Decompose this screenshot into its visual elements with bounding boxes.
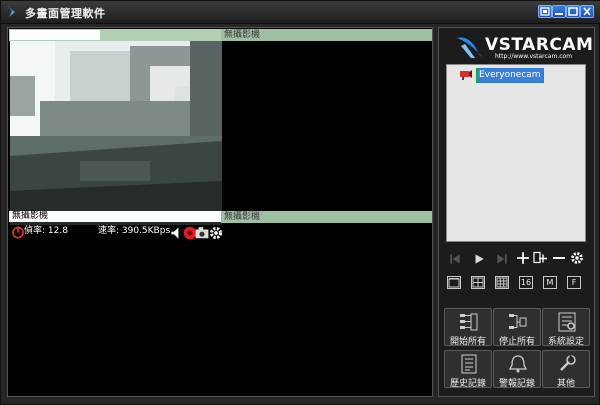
window-title: 多畫面管理軟件 bbox=[25, 7, 106, 20]
cell2-header-label: 無攝影機 bbox=[224, 30, 261, 40]
fullscreen-label: F bbox=[571, 278, 577, 287]
restore-button[interactable] bbox=[538, 5, 552, 18]
system-settings-icon bbox=[558, 312, 576, 332]
camera-icon bbox=[460, 70, 472, 80]
alarm-log-label: 警報記錄 bbox=[498, 379, 535, 389]
history-button[interactable]: 歷史記錄 bbox=[444, 350, 492, 389]
layout-4-icon bbox=[472, 277, 484, 288]
cell2-header[interactable]: 無攝影機 bbox=[221, 29, 432, 41]
stop-all-button[interactable]: 停止所有 bbox=[493, 308, 541, 347]
cell4-header-label: 無攝影機 bbox=[224, 212, 261, 222]
maximize-button[interactable] bbox=[566, 5, 580, 18]
speaker-icon[interactable] bbox=[170, 226, 184, 240]
camera-scene-image bbox=[10, 41, 222, 225]
layout-m-button[interactable]: M bbox=[543, 276, 557, 289]
app-window: 多畫面管理軟件 偵率: 12.8 速率: 390.5KBps 無攝影機 無攝影機… bbox=[0, 0, 600, 405]
alarm-log-button[interactable]: 警報記錄 bbox=[493, 350, 541, 389]
stop-all-icon bbox=[509, 314, 527, 329]
layout-1-icon bbox=[448, 278, 460, 288]
skip-back-icon[interactable] bbox=[448, 252, 462, 266]
add-device-icon[interactable] bbox=[533, 251, 547, 265]
app-icon bbox=[8, 6, 15, 17]
cell3-header[interactable]: 無攝影機 bbox=[9, 211, 221, 222]
history-label: 歷史記錄 bbox=[449, 379, 486, 389]
alarm-icon bbox=[508, 355, 528, 373]
camera-video-feed[interactable]: 2016-05-08 下午 02:14:59 bbox=[10, 41, 222, 225]
layout-m-label: M bbox=[546, 278, 554, 287]
cell1-title-mask bbox=[10, 30, 100, 40]
camera-name-label: Everyonecam bbox=[476, 68, 544, 83]
power-icon[interactable] bbox=[11, 225, 25, 239]
maximize-icon bbox=[568, 7, 578, 16]
add-camera-icon[interactable] bbox=[516, 251, 530, 265]
logo-text: VSTARCAM bbox=[485, 35, 594, 55]
video-grid: 2016-05-08 下午 02:14:59 偵率: 12.8 速率: 390.… bbox=[7, 27, 433, 397]
layout-16-label: 16 bbox=[520, 278, 532, 287]
layout-9-button[interactable] bbox=[495, 276, 509, 289]
minimize-icon bbox=[555, 13, 563, 15]
layout-16-button[interactable]: 16 bbox=[519, 276, 533, 289]
logo-url: http://www.vstarcam.com bbox=[495, 53, 573, 60]
other-label: 其他 bbox=[556, 379, 575, 389]
vstarcam-logo: VSTARCAM http://www.vstarcam.com bbox=[455, 32, 593, 62]
layout-4-button[interactable] bbox=[471, 276, 485, 289]
remove-camera-icon[interactable] bbox=[552, 251, 566, 265]
other-button[interactable]: 其他 bbox=[542, 350, 590, 389]
close-icon bbox=[583, 7, 591, 16]
cell4-header[interactable]: 無攝影機 bbox=[221, 211, 432, 223]
layout-1-button[interactable] bbox=[447, 276, 461, 289]
start-all-button[interactable]: 開始所有 bbox=[444, 308, 492, 347]
minimize-button[interactable] bbox=[552, 5, 566, 18]
other-icon bbox=[560, 355, 576, 371]
system-settings-button[interactable]: 系統設定 bbox=[542, 308, 590, 347]
cell3-header-label: 無攝影機 bbox=[12, 211, 49, 221]
fullscreen-button[interactable]: F bbox=[567, 276, 581, 289]
start-all-icon bbox=[460, 313, 478, 331]
start-all-label: 開始所有 bbox=[449, 337, 486, 347]
control-panel: VSTARCAM http://www.vstarcam.com Everyon… bbox=[438, 27, 595, 397]
layout-9-icon bbox=[496, 277, 508, 288]
cell1-statusbar: 偵率: 12.8 速率: 390.5KBps bbox=[10, 225, 223, 240]
device-settings-icon[interactable] bbox=[570, 251, 584, 265]
stop-all-label: 停止所有 bbox=[498, 337, 535, 347]
fps-label: 偵率: 12.8 bbox=[24, 226, 68, 236]
history-icon bbox=[461, 354, 477, 374]
title-bar[interactable]: 多畫面管理軟件 bbox=[1, 1, 600, 24]
restore-icon bbox=[540, 7, 550, 16]
device-tree[interactable]: Everyonecam bbox=[446, 64, 586, 242]
skip-forward-icon[interactable] bbox=[495, 252, 509, 266]
logo-mark-icon bbox=[457, 37, 483, 58]
system-settings-label: 系統設定 bbox=[547, 337, 584, 347]
bitrate-label: 速率: 390.5KBps bbox=[98, 226, 171, 236]
snapshot-icon[interactable] bbox=[195, 226, 209, 240]
close-button[interactable] bbox=[580, 5, 594, 18]
play-icon[interactable] bbox=[472, 252, 486, 266]
settings-gear-icon[interactable] bbox=[209, 226, 223, 240]
